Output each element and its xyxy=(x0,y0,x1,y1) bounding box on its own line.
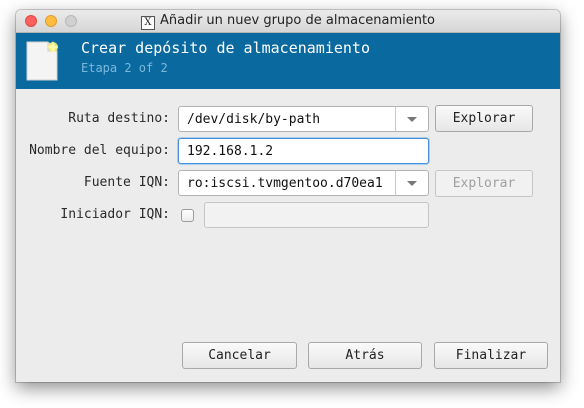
browse-target-button[interactable]: Explorar xyxy=(435,105,533,132)
window-title-wrap: X Añadir un nuev grupo de almacenamiento xyxy=(16,13,560,30)
host-name-input[interactable]: 192.168.1.2 xyxy=(178,138,429,164)
initiator-iqn-input[interactable] xyxy=(204,202,429,228)
wizard-header: Crear depósito de almacenamiento Etapa 2… xyxy=(16,33,560,89)
browse-source-button[interactable]: Explorar xyxy=(435,170,533,197)
target-path-value: /dev/disk/by-path xyxy=(187,112,321,127)
source-iqn-combobox[interactable]: ro:iscsi.tvmgentoo.d70ea1 xyxy=(178,170,429,196)
finish-button[interactable]: Finalizar xyxy=(434,342,548,369)
title-bar: X Añadir un nuev grupo de almacenamiento xyxy=(16,10,560,33)
back-button[interactable]: Atrás xyxy=(308,342,422,369)
initiator-iqn-label: Iniciador IQN: xyxy=(60,207,170,222)
cancel-button[interactable]: Cancelar xyxy=(182,342,297,369)
dialog-window: X Añadir un nuev grupo de almacenamiento … xyxy=(16,10,560,382)
chevron-down-icon[interactable] xyxy=(395,171,428,195)
target-path-combobox[interactable]: /dev/disk/by-path xyxy=(178,106,429,132)
source-iqn-label: Fuente IQN: xyxy=(83,175,170,190)
chevron-down-icon[interactable] xyxy=(395,107,428,131)
window-title: Añadir un nuev grupo de almacenamiento xyxy=(159,13,436,28)
source-iqn-value: ro:iscsi.tvmgentoo.d70ea1 xyxy=(187,176,383,191)
target-path-label: Ruta destino: xyxy=(68,111,170,126)
initiator-iqn-checkbox[interactable] xyxy=(181,209,194,222)
app-icon: X xyxy=(140,16,155,30)
new-document-icon xyxy=(26,41,58,81)
host-name-label: Nombre del equipo: xyxy=(29,143,170,158)
wizard-title: Crear depósito de almacenamiento xyxy=(81,39,370,57)
wizard-step: Etapa 2 of 2 xyxy=(81,61,168,75)
